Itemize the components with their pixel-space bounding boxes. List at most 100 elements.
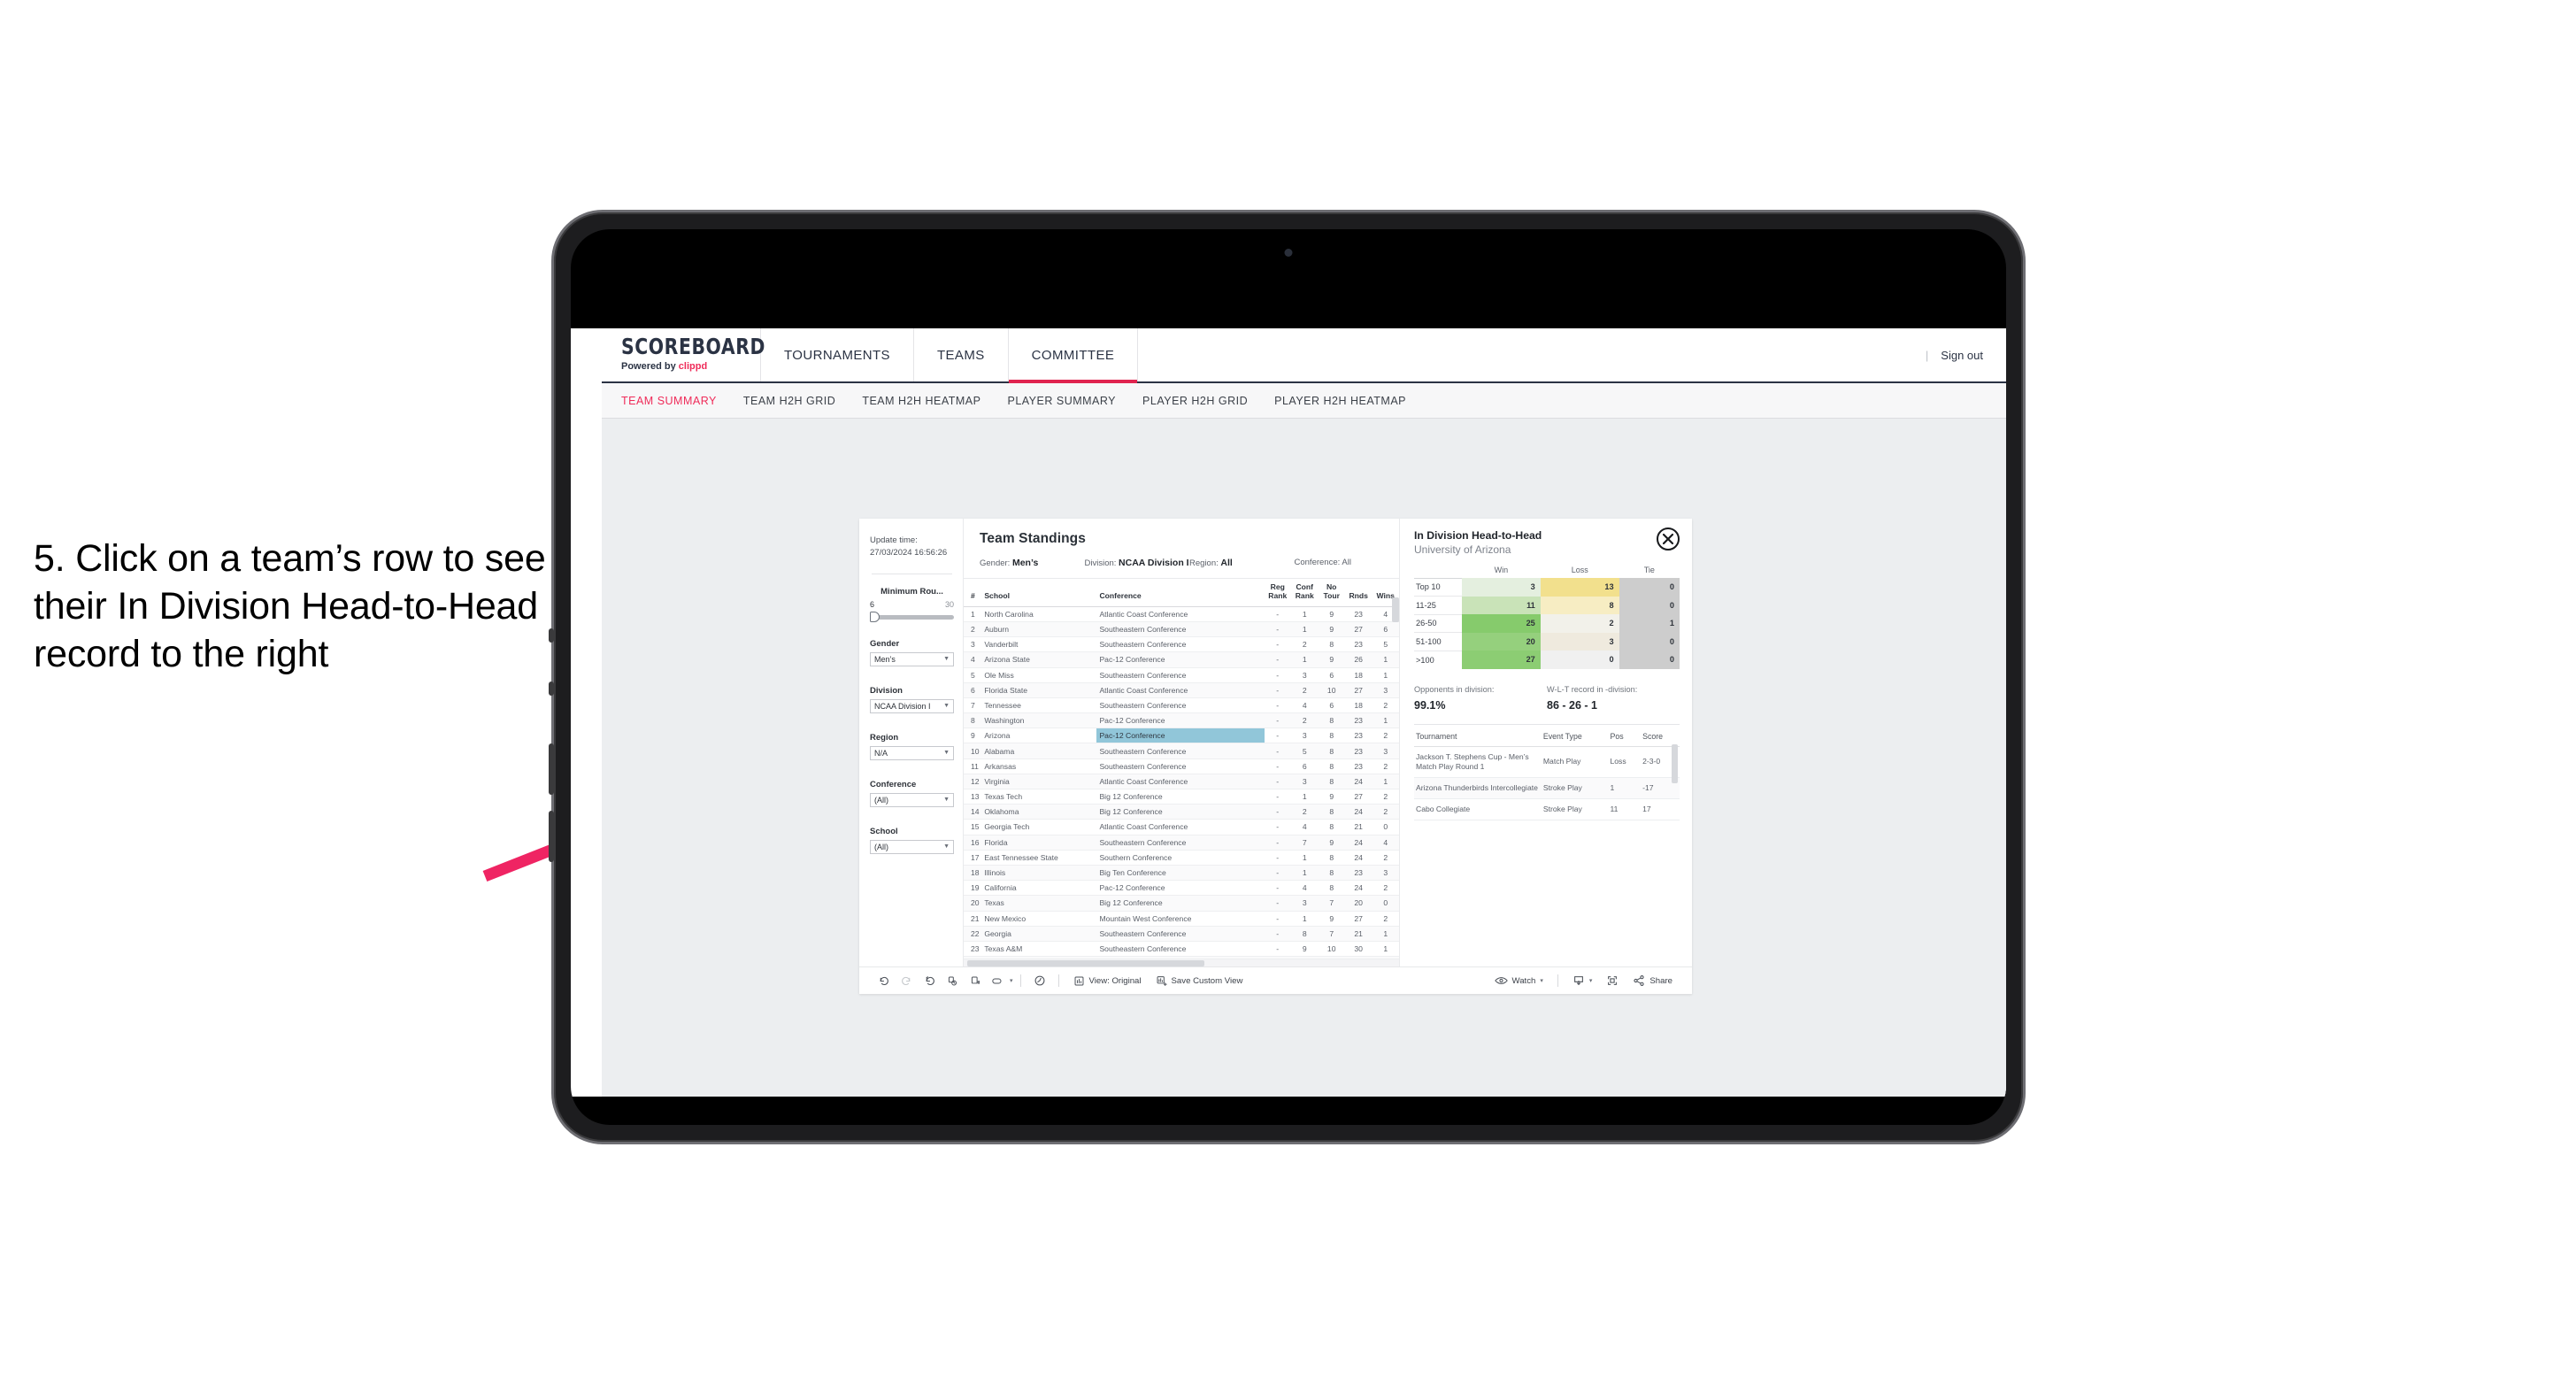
cell-rank[interactable]: 14 [964,804,982,820]
download-button[interactable]: ▾ [1565,971,1600,990]
cell-conf-rank[interactable]: 1 [1290,789,1319,805]
cell-conf-rank[interactable]: 3 [1290,895,1319,912]
cell-rank[interactable]: 23 [964,941,982,958]
cell-no-tour[interactable]: 8 [1318,850,1345,866]
minimum-rounds-slider[interactable] [870,612,954,623]
table-row[interactable]: 18 Illinois Big Ten Conference -1 8 23 3 [964,865,1399,882]
cell-rank[interactable]: 10 [964,743,982,759]
cell-school[interactable]: Texas A&M [981,941,1097,958]
cell-rank[interactable]: 6 [964,682,982,698]
cell-wins[interactable]: 2 [1372,911,1399,927]
cell-reg-rank[interactable]: - [1264,636,1291,653]
cell-reg-rank[interactable]: - [1264,926,1291,942]
cell-conference[interactable]: Southeastern Conference [1096,743,1265,759]
cell-reg-rank[interactable]: - [1264,789,1291,805]
table-row[interactable]: 7 Tennessee Southeastern Conference -4 6 18 2 [964,697,1399,714]
cell-conference[interactable]: Atlantic Coast Conference [1096,819,1265,835]
h2h-cell-win[interactable]: 3 [1462,578,1541,597]
cell-school[interactable]: Arizona State [981,651,1097,668]
cell-rnds[interactable]: 30 [1344,941,1373,958]
h2h-cell-win[interactable]: 20 [1462,632,1541,651]
cell-conference[interactable]: Atlantic Coast Conference [1096,606,1265,622]
table-row[interactable]: 5 Ole Miss Southeastern Conference -3 6 18 1 [964,667,1399,683]
col-event-type[interactable]: Event Type [1541,731,1609,747]
col-no-tour[interactable]: No Tour [1318,579,1345,607]
table-row[interactable]: 8 Washington Pac-12 Conference -2 8 23 1 [964,712,1399,729]
cell-no-tour[interactable]: 7 [1318,926,1345,942]
table-row[interactable]: 13 Texas Tech Big 12 Conference -1 9 27 2 [964,789,1399,805]
cell-no-tour[interactable]: 8 [1318,804,1345,820]
cell-conf-rank[interactable]: 4 [1290,880,1319,897]
table-row[interactable]: 20 Texas Big 12 Conference -3 7 20 0 [964,895,1399,912]
cell-wins[interactable]: 2 [1372,850,1399,866]
h2h-cell-tie[interactable]: 0 [1619,632,1680,651]
cell-rank[interactable]: 16 [964,835,982,851]
cell-no-tour[interactable]: 9 [1318,651,1345,668]
cell-reg-rank[interactable]: - [1264,835,1291,851]
cell-conf-rank[interactable]: 3 [1290,774,1319,790]
h2h-cell-win[interactable]: 27 [1462,651,1541,669]
gender-select[interactable]: Men’s ▼ [870,651,954,666]
cell-wins[interactable]: 1 [1372,926,1399,942]
cell-school[interactable]: Florida [981,835,1097,851]
cell-conf-rank[interactable]: 1 [1290,621,1319,638]
cell-reg-rank[interactable]: - [1264,880,1291,897]
cell-reg-rank[interactable]: - [1264,865,1291,882]
scrollbar-thumb[interactable] [967,960,1204,966]
cell-rnds[interactable]: 23 [1344,865,1373,882]
cell-no-tour[interactable]: 8 [1318,743,1345,759]
standings-vertical-scrollbar[interactable] [1392,597,1399,622]
cell-reg-rank[interactable]: - [1264,895,1291,912]
slider-handle[interactable] [870,612,880,623]
cell-no-tour[interactable]: 8 [1318,880,1345,897]
cell-conference[interactable]: Atlantic Coast Conference [1096,682,1265,698]
cell-conference[interactable]: Pac-12 Conference [1096,712,1265,729]
cell-rank[interactable]: 22 [964,926,982,942]
cell-rnds[interactable]: 24 [1344,835,1373,851]
cell-rank[interactable]: 1 [964,606,982,622]
nav-item-tournaments[interactable]: TOURNAMENTS [761,328,914,381]
cell-conference[interactable]: Pac-12 Conference [1096,880,1265,897]
cell-rnds[interactable]: 20 [1344,895,1373,912]
cell-wins[interactable]: 6 [1372,621,1399,638]
cell-rnds[interactable]: 18 [1344,667,1373,683]
cell-no-tour[interactable]: 8 [1318,819,1345,835]
cell-wins[interactable]: 2 [1372,758,1399,774]
cell-conf-rank[interactable]: 1 [1290,850,1319,866]
cell-wins[interactable]: 3 [1372,865,1399,882]
cell-school[interactable]: Virginia [981,774,1097,790]
cell-no-tour[interactable]: 6 [1318,697,1345,714]
cell-reg-rank[interactable]: - [1264,651,1291,668]
cell-wins[interactable]: 5 [1372,636,1399,653]
cell-reg-rank[interactable]: - [1264,774,1291,790]
cell-conf-rank[interactable]: 1 [1290,651,1319,668]
cell-no-tour[interactable]: 10 [1318,941,1345,958]
tournaments-vertical-scrollbar[interactable] [1672,743,1678,783]
region-select[interactable]: N/A ▼ [870,745,954,760]
division-select[interactable]: NCAA Division I ▼ [870,698,954,713]
cell-rank[interactable]: 2 [964,621,982,638]
save-custom-view-button[interactable]: Save Custom View [1149,971,1250,990]
cell-rank[interactable]: 18 [964,865,982,882]
cell-no-tour[interactable]: 9 [1318,835,1345,851]
nav-item-teams[interactable]: TEAMS [914,328,1009,381]
cell-rank[interactable]: 3 [964,636,982,653]
cell-rank[interactable]: 11 [964,758,982,774]
share-button[interactable]: Share [1626,971,1680,990]
col-tournament[interactable]: Tournament [1414,731,1542,747]
col-reg-rank[interactable]: Reg Rank [1264,579,1291,607]
cell-rnds[interactable]: 23 [1344,743,1373,759]
cell-rank[interactable]: 15 [964,819,982,835]
cell-rnds[interactable]: 23 [1344,758,1373,774]
cell-rnds[interactable]: 23 [1344,712,1373,729]
table-row[interactable]: 16 Florida Southeastern Conference -7 9 24 4 [964,835,1399,851]
subnav-item-team-h2h-heatmap[interactable]: TEAM H2H HEATMAP [862,395,980,407]
cell-rnds[interactable]: 27 [1344,621,1373,638]
col-pos[interactable]: Pos [1608,731,1642,747]
cell-school[interactable]: North Carolina [981,606,1097,622]
table-row[interactable]: 23 Texas A&M Southeastern Conference -9 10 30… [964,941,1399,958]
cell-conf-rank[interactable]: 3 [1290,728,1319,744]
cell-school[interactable]: Arkansas [981,758,1097,774]
cell-conf-rank[interactable]: 7 [1290,835,1319,851]
h2h-cell-tie[interactable]: 0 [1619,596,1680,614]
